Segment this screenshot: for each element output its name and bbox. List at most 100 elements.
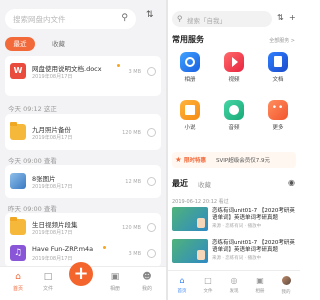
nav-files[interactable]: □ 文件 (196, 275, 220, 294)
file-meta: 2019年08月17日 (32, 184, 73, 190)
tab-recent[interactable]: 最近 (5, 37, 35, 51)
file-card: 8张图片 2019年08月17日 12 MB (5, 165, 161, 198)
section-header: 昨天 09:00 查看 (8, 205, 57, 213)
service-more[interactable]: 更多 (264, 100, 292, 131)
file-size: 120 MB (122, 130, 141, 136)
avatar (274, 276, 298, 287)
video-title: 恋练有词unit01-7 【2020考研英语单词】英语单词考研真题 (212, 208, 295, 221)
video-source: 来源 · 恋练有词 · 播放中 (212, 224, 262, 229)
home-icon: ⌂ (179, 276, 185, 285)
service-video[interactable]: 视频 (220, 52, 248, 83)
add-icon[interactable]: + (289, 13, 296, 22)
service-label: 小说 (184, 125, 196, 131)
new-dot (103, 246, 106, 249)
service-label: 更多 (272, 125, 284, 131)
nav-mine[interactable]: ☻ 我的 (132, 271, 162, 292)
file-name: Have Fun-ZRP.m4a (32, 245, 94, 253)
file-row[interactable]: 生日视频片段集 2019年08月17日 120 MB (5, 214, 161, 240)
service-label: 视频 (228, 77, 240, 83)
transfer-icon[interactable]: ⇅ (277, 13, 284, 22)
file-size: 3 MB (128, 69, 141, 75)
all-services-link[interactable]: 全部服务 > (269, 37, 295, 44)
more-icon (268, 100, 288, 120)
nav-home[interactable]: ⌂ 首页 (3, 271, 33, 292)
document-icon (268, 52, 288, 72)
service-label: 音频 (228, 125, 240, 131)
file-name: 8张图片 (32, 175, 56, 183)
section-header: 今天 09:00 查看 (8, 157, 57, 165)
photo-icon (180, 52, 200, 72)
video-thumbnail (172, 207, 208, 231)
person-icon: ☻ (142, 272, 152, 282)
file-row[interactable]: W 网盘使用说明文档.docx 2019年08月17日 3 MB (5, 58, 161, 84)
select-circle[interactable] (147, 223, 156, 232)
file-name: 网盘使用说明文档.docx (32, 65, 102, 73)
nav-label: 相册 (255, 289, 265, 294)
file-name: 生日视频片段集 (32, 221, 78, 229)
nav-mine[interactable]: 我的 (274, 275, 298, 295)
search-bar[interactable]: ⚲ 搜索「自我」 (172, 11, 272, 27)
video-thumbnail (172, 239, 208, 263)
add-button[interactable]: + (69, 262, 93, 286)
video-item[interactable]: 恋练有词unit01-7 【2020考研英语单词】英语单词考研真题 来源 · 恋… (172, 207, 296, 233)
service-photo[interactable]: 相册 (176, 52, 204, 83)
file-meta: 2019年08月17日 (32, 256, 73, 262)
nav-label: 我的 (281, 290, 291, 295)
promo-banner[interactable]: ★ 限时特惠 SVIP超级会员仅7.9元 (172, 152, 296, 168)
file-card: 九月照片备份 2019年08月17日 120 MB (5, 114, 161, 150)
left-phone-screen: 搜索网盘内文件 ⚲ ⇅ 最近 收藏 W 网盘使用说明文档.docx 2019年0… (0, 0, 166, 300)
compass-icon: ◎ (230, 276, 238, 285)
eye-icon[interactable]: ◉ (288, 178, 295, 187)
nav-album[interactable]: ▣ 相册 (248, 275, 272, 294)
file-meta: 2019年08月17日 (32, 135, 73, 141)
file-row[interactable]: 九月照片备份 2019年08月17日 120 MB (5, 119, 161, 145)
folder-outline-icon: □ (43, 272, 53, 282)
nav-label: 首页 (177, 289, 187, 294)
select-circle[interactable] (147, 128, 156, 137)
video-icon (224, 52, 244, 72)
image-icon (10, 173, 26, 189)
search-placeholder: 搜索「自我」 (187, 17, 226, 25)
nav-discover[interactable]: ◎ 发现 (222, 275, 246, 294)
service-label: 相册 (184, 77, 196, 83)
file-meta: 2019年08月17日 (32, 74, 73, 80)
service-novel[interactable]: 小说 (176, 100, 204, 131)
select-circle[interactable] (147, 249, 156, 258)
service-label: 文档 (272, 77, 284, 83)
new-dot (117, 64, 120, 67)
service-document[interactable]: 文档 (264, 52, 292, 83)
history-date: 2019-06-12 20:12 看过 (172, 199, 229, 205)
folder-outline-icon: □ (204, 276, 212, 285)
word-doc-icon: W (10, 63, 26, 79)
tab-favorite[interactable]: 收藏 (198, 179, 211, 189)
nav-label: 相册 (109, 286, 120, 292)
video-source: 来源 · 恋练有词 · 播放中 (212, 256, 262, 261)
file-size: 3 MB (128, 251, 141, 257)
bottom-navigation: ⌂ 首页 □ 文件 ◎ 发现 ▣ 相册 我的 (168, 270, 300, 300)
promo-tag: 限时特惠 (184, 158, 207, 164)
sort-icon[interactable]: ⇅ (146, 10, 154, 20)
tab-recent[interactable]: 最近 (172, 178, 188, 189)
file-size: 120 MB (122, 225, 141, 231)
file-search-bar[interactable]: 搜索网盘内文件 ⚲ (5, 9, 136, 29)
search-placeholder: 搜索网盘内文件 (13, 15, 66, 24)
video-item[interactable]: 恋练有词unit01-7 【2020考研英语单词】英语单词考研真题 来源 · 恋… (172, 239, 296, 265)
nav-files[interactable]: □ 文件 (33, 271, 63, 292)
nav-home[interactable]: ⌂ 首页 (170, 275, 194, 294)
file-row[interactable]: 8张图片 2019年08月17日 12 MB (5, 168, 161, 194)
video-title: 恋练有词unit01-7 【2020考研英语单词】英语单词考研真题 (212, 240, 295, 253)
tab-favorite[interactable]: 收藏 (52, 37, 82, 51)
search-icon[interactable]: ⚲ (121, 13, 128, 23)
service-audio[interactable]: 音频 (220, 100, 248, 131)
nav-album[interactable]: ▣ 相册 (100, 271, 130, 292)
select-circle[interactable] (147, 67, 156, 76)
section-header: 今天 09:12 这正 (8, 105, 57, 113)
file-name: 九月照片备份 (32, 126, 71, 134)
audio-icon (224, 100, 244, 120)
music-icon: ♫ (10, 245, 26, 261)
novel-icon (180, 100, 200, 120)
folder-icon (10, 217, 26, 235)
search-icon: ⚲ (177, 14, 183, 23)
select-circle[interactable] (147, 177, 156, 186)
fire-icon: ★ (175, 155, 182, 164)
